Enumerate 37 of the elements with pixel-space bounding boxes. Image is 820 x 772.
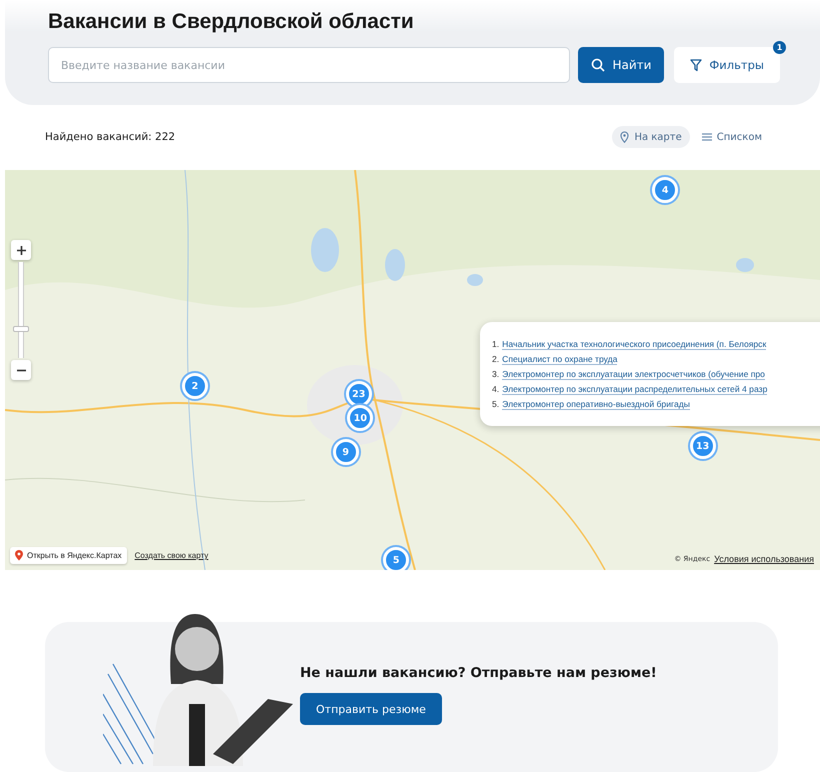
cluster-marker[interactable]: 13 (690, 433, 716, 459)
map-pin-icon (15, 550, 23, 561)
vacancy-link[interactable]: Начальник участка технологического присоединения (п. Белоярск (502, 339, 766, 350)
cluster-marker[interactable]: 5 (383, 547, 410, 570)
list-number: 2. (492, 354, 500, 365)
filter-count-badge: 1 (773, 41, 786, 54)
cluster-marker[interactable]: 9 (332, 439, 359, 465)
vacancy-link[interactable]: Электромонтер по эксплуатации распределительных сетей 4 разр (502, 384, 768, 395)
send-resume-button[interactable]: Отправить резюме (300, 693, 442, 725)
open-in-maps-button[interactable]: Открыть в Яндекс.Картах (10, 547, 127, 564)
page-title: Вакансии в Свердловской области (48, 10, 415, 34)
list-number: 1. (492, 339, 500, 350)
list-number: 4. (492, 384, 500, 395)
cluster-marker[interactable]: 2 (182, 373, 208, 399)
list-icon (702, 133, 712, 141)
cluster-marker[interactable]: 10 (347, 405, 374, 431)
view-tab[interactable]: Списком (694, 126, 770, 148)
cluster-marker[interactable]: 4 (652, 177, 678, 203)
banner-heading: Не нашли вакансию? Отправьте нам резюме! (300, 665, 657, 681)
create-map-link[interactable]: Создать свою карту (134, 551, 208, 560)
plus-icon (16, 246, 26, 254)
zoom-out-button[interactable] (11, 360, 31, 380)
list-number: 3. (492, 369, 500, 380)
results-count: Найдено вакансий: 222 (45, 131, 176, 143)
search-icon (591, 58, 606, 72)
filter-icon (690, 58, 702, 72)
list-number: 5. (492, 399, 500, 410)
search-field[interactable]: Введите название вакансии (48, 47, 570, 83)
vacancy-link[interactable]: Специалист по охране труда (502, 354, 618, 365)
zoom-slider-thumb[interactable] (13, 326, 29, 332)
vacancy-link[interactable]: Электромонтер оперативно-выездной бригады (502, 399, 690, 410)
terms-link[interactable]: Условия использования (714, 554, 814, 564)
search-button[interactable]: Найти (578, 47, 664, 83)
map-pin-icon (620, 131, 630, 143)
vacancy-link[interactable]: Электромонтер по эксплуатации электросчетчиков (обучение про (502, 369, 765, 380)
view-tab[interactable]: На карте (612, 126, 690, 148)
zoom-in-button[interactable] (11, 240, 31, 260)
